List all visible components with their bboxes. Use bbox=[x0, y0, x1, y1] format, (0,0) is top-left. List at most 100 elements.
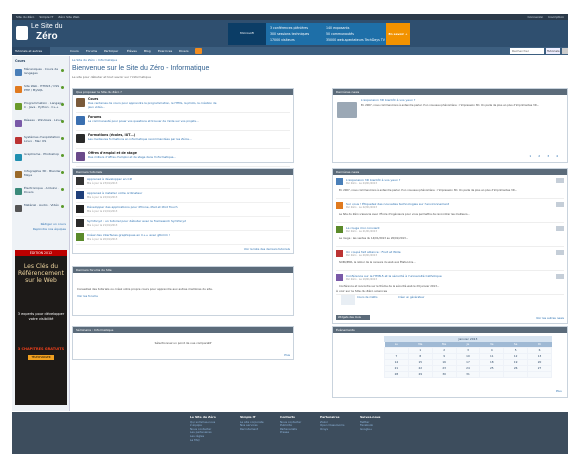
sciences-link-2[interactable]: Créer un générateur bbox=[398, 296, 424, 299]
news-comments-badge[interactable] bbox=[556, 226, 564, 231]
nav-item-eleves[interactable]: Élèves bbox=[127, 47, 137, 55]
nav-item-participer[interactable]: Participer bbox=[104, 47, 118, 55]
sidebar-group-label[interactable]: Site Web · HTML5 / CSS · PHP / MySQL bbox=[24, 84, 64, 92]
sidebar-group[interactable]: Infographie 3D · Blender · Maya bbox=[15, 169, 66, 184]
nav-item-cours[interactable]: Cours bbox=[70, 47, 79, 55]
sidebar-group[interactable]: Site Web · HTML5 / CSS · PHP / MySQL bbox=[15, 84, 66, 99]
ad-cta-button[interactable]: En savoir + bbox=[386, 23, 410, 45]
forum-panel-text: Conseillez des tutoriels ou créez votre … bbox=[77, 287, 213, 291]
news-icon bbox=[336, 202, 343, 209]
site-logo[interactable]: Le Site du Zéro bbox=[16, 22, 72, 44]
tutorial-title[interactable]: Créez des interfaces graphiques en C++ a… bbox=[87, 233, 170, 237]
nav-item-exercices[interactable]: Exercices bbox=[158, 47, 172, 55]
news-comments-badge[interactable] bbox=[556, 274, 564, 279]
sidebar-group-label[interactable]: Systèmes d'exploitation · Linux · Mac OS bbox=[24, 135, 64, 143]
news-comments-badge[interactable] bbox=[556, 250, 564, 255]
join-team-link[interactable]: Rejoindre nos équipes bbox=[15, 227, 66, 232]
discover-entry[interactable]: Forums La communauté pour poser vos quest… bbox=[76, 115, 290, 131]
sidebar-group[interactable]: Graphisme · Photoshop bbox=[15, 152, 66, 167]
tutorial-title[interactable]: Apprenez à développer en C# bbox=[87, 177, 132, 181]
tutorial-item[interactable]: Apprenez à installer votre ordinateur Mis… bbox=[76, 190, 290, 203]
calendar-day[interactable]: 29 bbox=[407, 370, 433, 378]
tutorials-more-link[interactable]: Voir la liste des derniers tutoriels bbox=[244, 247, 290, 251]
discover-entry[interactable]: Formations (écoles, IUT…) Les meilleures … bbox=[76, 133, 290, 149]
sidebar-group-label[interactable]: Graphisme · Photoshop bbox=[24, 152, 64, 157]
tutorial-item[interactable]: Développer des applications pour iPhone,… bbox=[76, 204, 290, 217]
page-link[interactable]: 3 bbox=[547, 154, 552, 158]
footer-link[interactable]: Google+ bbox=[360, 427, 380, 432]
logo-icon bbox=[16, 26, 28, 40]
page-link[interactable]: 4 bbox=[556, 154, 561, 158]
nav-item-divers[interactable]: Divers bbox=[179, 47, 189, 55]
news-meta: Par Zéro · Le 19/01/2013 bbox=[346, 278, 377, 281]
search-scope-select[interactable]: Tutoriels bbox=[546, 48, 560, 54]
calendar-day[interactable]: 31 bbox=[455, 370, 481, 378]
discover-entry[interactable]: Offres d'emploi et de stage Des milliers … bbox=[76, 151, 290, 167]
discover-entry[interactable]: Cours Des centaines de cours pour apprend… bbox=[76, 97, 290, 113]
sciences-link-1[interactable]: Cours de maths bbox=[357, 296, 377, 299]
footer-link[interactable]: Orsys bbox=[320, 427, 344, 432]
sidead-download-button[interactable]: TÉLÉCHARGER bbox=[28, 354, 54, 360]
sidebar-group[interactable]: Électronique · Arduino · Divers bbox=[15, 186, 66, 201]
search-input[interactable]: Rechercher bbox=[510, 48, 544, 54]
tutorial-title[interactable]: Apprenez à installer votre ordinateur bbox=[87, 191, 142, 195]
news-item[interactable]: Sur vous ! Étiquetez des nouvelles techn… bbox=[336, 201, 564, 223]
tutorial-item[interactable]: Créez des interfaces graphiques en C++ a… bbox=[76, 232, 290, 245]
sidebar-group[interactable]: Réseau · Windows · Linux bbox=[15, 118, 66, 133]
login-link[interactable]: Connexion bbox=[527, 15, 543, 19]
news-comments-badge[interactable] bbox=[556, 178, 564, 183]
sidebar-group-label[interactable]: Électronique · Arduino · Divers bbox=[24, 186, 64, 194]
calendar-day[interactable]: 28 bbox=[384, 370, 409, 378]
calendar-day[interactable]: 30 bbox=[431, 370, 457, 378]
tutorial-item[interactable]: Apprenez à développer en C# Mis à jour le… bbox=[76, 176, 290, 189]
page-link[interactable]: 2 bbox=[538, 154, 543, 158]
nav-item-blog[interactable]: Blog bbox=[144, 47, 151, 55]
news-item[interactable]: La rouge moi convient Par Zéro · Le 21/01… bbox=[336, 225, 564, 247]
sidebar-group[interactable]: Systèmes d'exploitation · Linux · Mac OS bbox=[15, 135, 66, 150]
topbar-link-zero[interactable]: Zéro Site Web bbox=[58, 15, 79, 19]
forum-panel-link[interactable]: Voir les forums bbox=[73, 294, 293, 298]
search-submit-button[interactable] bbox=[562, 48, 568, 54]
tutorial-title[interactable]: Symfony2 : un tutoriel pour débuter avec… bbox=[87, 219, 186, 223]
calendar-day[interactable] bbox=[479, 370, 505, 378]
sidebar-group[interactable]: Matériel · Audio · Vidéo bbox=[15, 203, 66, 218]
news-comments-badge[interactable] bbox=[556, 202, 564, 207]
footer-link[interactable]: La FAQ bbox=[190, 438, 216, 443]
footer-link[interactable]: Presse bbox=[280, 431, 301, 435]
footer-link[interactable]: Recrutement bbox=[240, 427, 264, 432]
rss-icon[interactable] bbox=[195, 48, 202, 54]
status-dot-icon bbox=[61, 205, 64, 208]
seminar-panel: Séminaire : Informatique Sélectionnez un… bbox=[72, 326, 294, 360]
page-link[interactable]: 1 bbox=[529, 154, 534, 158]
category-icon bbox=[15, 86, 22, 93]
calendar-day[interactable] bbox=[503, 370, 529, 378]
news-meta: Par Zéro · Le 21/01/2013 bbox=[346, 230, 377, 233]
news-item[interactable]: L'expansion 3D bientôt à vos yeux ? Par Z… bbox=[336, 177, 564, 199]
register-link[interactable]: Inscription bbox=[548, 15, 564, 19]
sidebar-group-label[interactable]: Infographie 3D · Blender · Maya bbox=[24, 169, 64, 177]
sidebar-group[interactable]: Mécaniques · Cours de langages bbox=[15, 67, 66, 82]
sidebar-group-label[interactable]: Mécaniques · Cours de langages bbox=[24, 67, 64, 75]
tutorials-dropdown[interactable]: Tutoriels et autres bbox=[12, 47, 50, 55]
sidebar-group-label[interactable]: Programmation · Langage C · Java · Pytho… bbox=[24, 101, 64, 109]
news-more-link[interactable]: Voir les autres news bbox=[536, 316, 564, 320]
pagination[interactable]: 1 2 3 4 bbox=[529, 154, 561, 158]
sidebar-group-label[interactable]: Matériel · Audio · Vidéo bbox=[24, 203, 64, 208]
topbar-link-sdz[interactable]: Site du Zéro bbox=[16, 15, 34, 19]
nav-item-forums[interactable]: Forums bbox=[86, 47, 97, 55]
sidebar-ad[interactable]: ÉDITION 2012 Les Clés du Référencement s… bbox=[15, 250, 67, 405]
tutorial-title[interactable]: Développer des applications pour iPhone,… bbox=[87, 205, 178, 209]
featured-news-title[interactable]: L'expansion 3D bientôt à vos yeux ? bbox=[361, 98, 415, 102]
news-item[interactable]: Un coupé fait alliance : Fruit et Wide Pa… bbox=[336, 249, 564, 271]
widgets-tab[interactable]: Widgets des mois bbox=[336, 315, 370, 320]
banner-ad[interactable]: Microsoft 3 conférences plénières 300 se… bbox=[228, 23, 410, 45]
news-meta: Par Zéro · Le 20/01/2013 bbox=[346, 254, 377, 257]
calendar-more-link[interactable]: Plus bbox=[556, 389, 562, 393]
tutorial-item[interactable]: Symfony2 : un tutoriel pour débuter avec… bbox=[76, 218, 290, 231]
sidebar-group-label[interactable]: Réseau · Windows · Linux bbox=[24, 118, 64, 123]
calendar-day[interactable] bbox=[527, 370, 552, 378]
breadcrumb[interactable]: Le Site du Zéro › Informatique bbox=[72, 58, 117, 62]
topbar-link-simpleit[interactable]: Simple IT bbox=[39, 15, 53, 19]
seminar-more-link[interactable]: Plus bbox=[284, 353, 290, 357]
sidebar-group[interactable]: Programmation · Langage C · Java · Pytho… bbox=[15, 101, 66, 116]
